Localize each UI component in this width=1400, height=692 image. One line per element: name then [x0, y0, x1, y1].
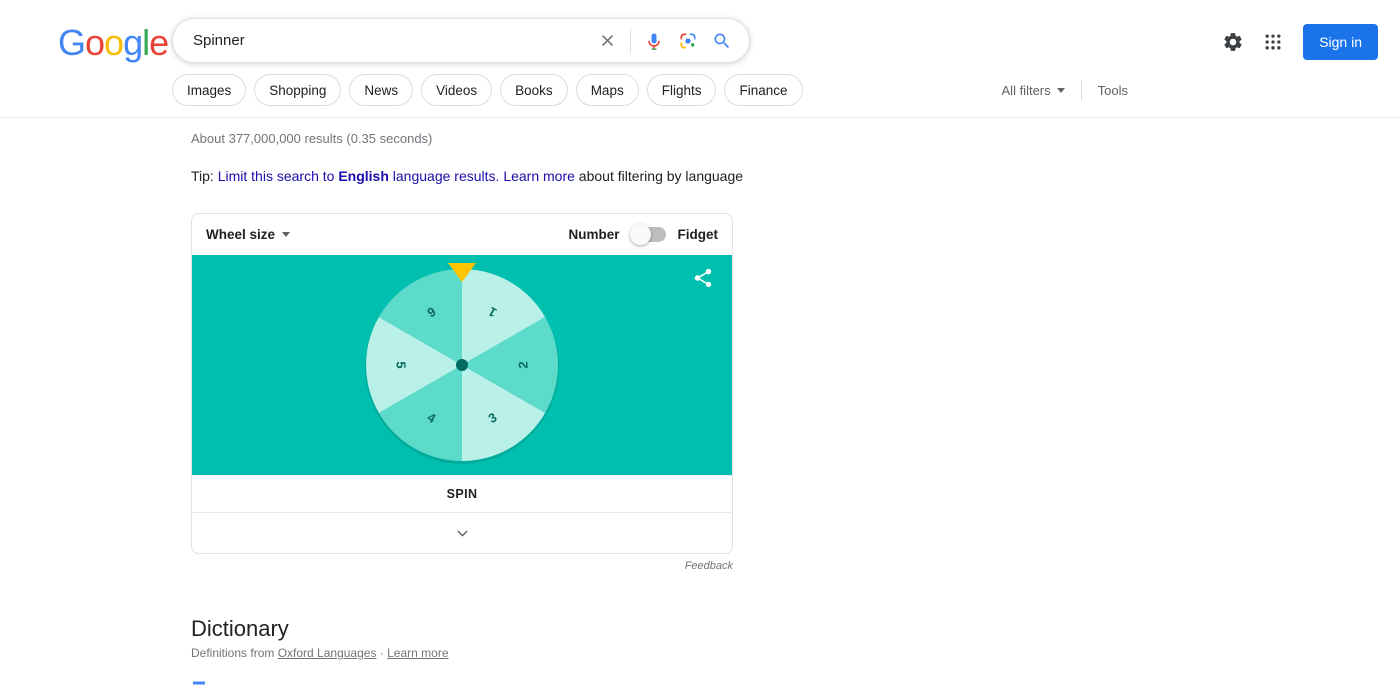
page-header: Google Spinner Images Shopping News Vide… — [0, 0, 1400, 118]
tip-prefix: Tip: — [191, 168, 218, 184]
google-lens-icon[interactable] — [675, 28, 701, 54]
microphone-icon[interactable] — [641, 28, 667, 54]
spinner-toolbar: Wheel size Number Fidget — [192, 214, 732, 255]
pronunciation-speaker-icon[interactable] — [191, 674, 213, 685]
results-column: About 377,000,000 results (0.35 seconds)… — [191, 126, 891, 685]
search-icon[interactable] — [709, 28, 735, 54]
tools-button[interactable]: Tools — [1098, 83, 1128, 98]
mode-toggle-switch[interactable] — [629, 224, 666, 245]
toggle-knob — [629, 224, 651, 245]
chip-images[interactable]: Images — [172, 74, 247, 106]
fidget-mode-label: Fidget — [677, 227, 719, 242]
search-filter-chips: Images Shopping News Videos Books Maps F… — [172, 74, 803, 106]
dictionary-title: Dictionary — [191, 616, 289, 641]
google-apps-grid-icon[interactable] — [1253, 22, 1293, 62]
dictionary-learn-more-link[interactable]: Learn more — [387, 646, 448, 660]
search-input[interactable]: Spinner — [193, 32, 594, 49]
filters-divider — [1080, 80, 1082, 100]
result-stats: About 377,000,000 results (0.35 seconds) — [191, 131, 433, 146]
search-bar[interactable]: Spinner — [172, 18, 750, 63]
all-filters-button[interactable]: All filters — [1002, 83, 1065, 98]
language-tip: Tip: Limit this search to English langua… — [191, 168, 891, 184]
wheel-hub — [456, 359, 468, 371]
chevron-down-icon — [282, 232, 291, 237]
mode-toggle-group: Number Fidget — [568, 224, 719, 245]
chip-news[interactable]: News — [349, 74, 414, 106]
account-controls: Sign in — [1213, 22, 1378, 62]
chip-flights[interactable]: Flights — [646, 74, 717, 106]
all-filters-label: All filters — [1001, 82, 1051, 98]
oxford-languages-link[interactable]: Oxford Languages — [278, 646, 377, 660]
search-divider — [630, 28, 631, 53]
wheel-size-label: Wheel size — [206, 227, 276, 242]
share-icon[interactable] — [692, 267, 714, 289]
spinner-wheel-area[interactable]: 123456 — [192, 255, 732, 475]
wheel-segment-label: 2 — [515, 361, 530, 368]
dictionary-source: Definitions from Oxford Languages · Lear… — [191, 646, 891, 660]
expand-button[interactable] — [192, 512, 732, 553]
google-logo[interactable]: Google — [58, 22, 169, 64]
wheel-segment-label: 5 — [394, 361, 409, 368]
tip-link-bold: English — [338, 168, 389, 184]
chevron-down-icon — [457, 530, 467, 536]
tip-link-tail: language results. — [388, 168, 500, 184]
gear-icon[interactable] — [1213, 22, 1253, 62]
spinner-widget: Wheel size Number Fidget 123456 SPIN — [191, 213, 733, 554]
dictionary-section: Dictionary Definitions from Oxford Langu… — [191, 616, 891, 685]
tip-link-lead: Limit this search to — [217, 168, 339, 184]
chip-maps[interactable]: Maps — [575, 74, 639, 106]
chevron-down-icon — [1056, 87, 1065, 93]
number-mode-label: Number — [568, 227, 620, 242]
definitions-from-label: Definitions from — [191, 646, 278, 660]
tip-learn-more-link[interactable]: Learn more — [503, 168, 575, 184]
chip-shopping[interactable]: Shopping — [254, 74, 342, 106]
wheel-graphic[interactable]: 123456 — [352, 255, 572, 475]
tip-limit-link[interactable]: Limit this search to English language re… — [218, 168, 500, 184]
feedback-link[interactable]: Feedback — [191, 560, 733, 572]
spin-button[interactable]: SPIN — [192, 475, 732, 512]
sign-in-button[interactable]: Sign in — [1303, 24, 1378, 60]
chip-finance[interactable]: Finance — [724, 74, 803, 106]
tip-suffix: about filtering by language — [574, 168, 744, 184]
spinner-wheel[interactable]: 123456 — [352, 255, 572, 475]
chip-books[interactable]: Books — [500, 74, 568, 106]
close-icon[interactable] — [594, 28, 620, 54]
source-separator: · — [376, 646, 388, 660]
chip-videos[interactable]: Videos — [421, 74, 493, 106]
wheel-size-dropdown[interactable]: Wheel size — [206, 227, 291, 242]
filter-controls: All filters Tools — [1002, 80, 1128, 100]
